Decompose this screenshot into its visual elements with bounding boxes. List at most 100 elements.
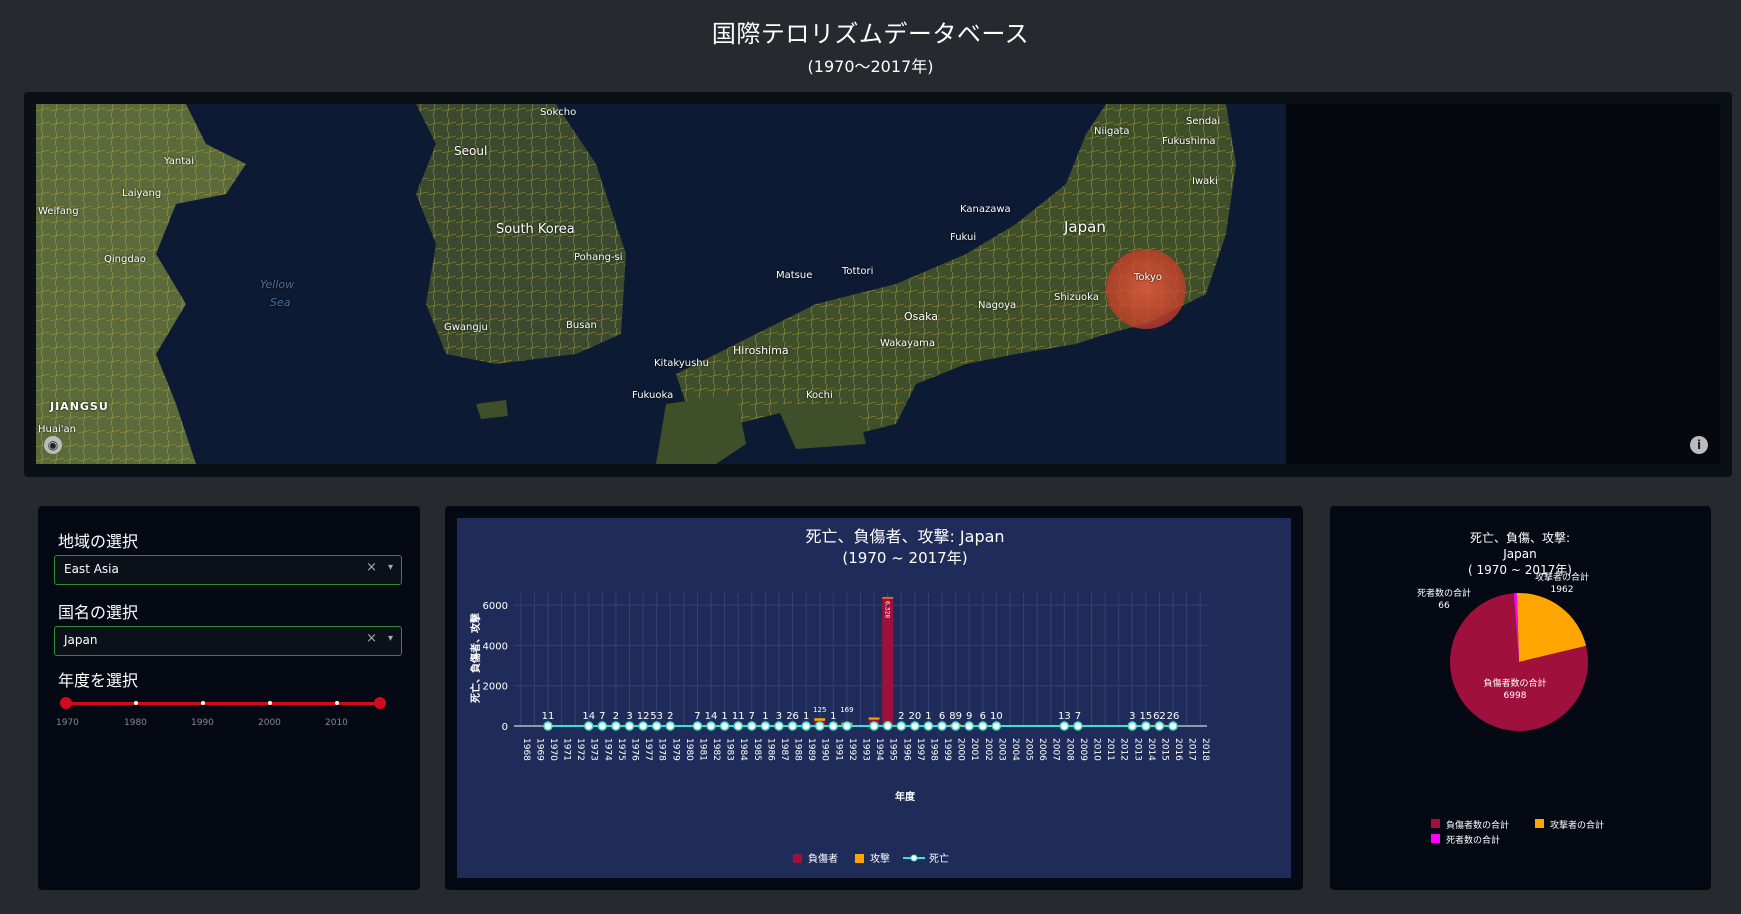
x-tick-label: 2007 [1051,738,1061,761]
attack-data-label: 14 [582,711,595,722]
deaths-point [801,721,811,731]
deaths-point [1127,721,1138,731]
deaths-point [543,721,553,731]
slider-handle-start[interactable] [60,697,72,709]
attack-data-label: 125 [813,706,826,714]
country-dropdown[interactable]: Japan × ▾ [54,626,402,656]
pie-chart-panel: 死亡、負傷、攻撃: Japan ( 1970 ~ 2017年) 負傷者数の合計 6… [1330,506,1711,890]
map-panel: Sokcho Yantai Seoul Laiyang Weifang Qing… [24,92,1732,477]
map-label: Wakayama [880,338,936,349]
chevron-down-icon[interactable]: ▾ [388,633,393,644]
x-tick-label: 1984 [738,738,748,761]
deaths-point [611,721,621,731]
deaths-point [937,721,947,731]
map-label: Sokcho [540,107,577,118]
x-tick-label: 1976 [630,738,640,761]
slider-mark-dot [201,701,205,705]
x-tick-label: 1974 [602,738,612,761]
map-label: Shizuoka [1054,292,1099,303]
x-tick-label: 2018 [1200,738,1210,761]
region-dropdown[interactable]: East Asia × ▾ [54,555,402,585]
map-label: Fukuoka [632,390,674,401]
attack-data-label: 12 [637,711,650,722]
y-axis-label: 死亡、負傷者、攻撃 [469,613,482,703]
attack-bar [814,718,826,721]
x-tick-label: 1991 [833,738,843,761]
chart-legend[interactable]: 負傷者 攻撃 死亡 [793,852,949,865]
slider-mark-dot [134,701,138,705]
deaths-point [692,721,703,731]
attack-data-label: 6 [980,711,986,722]
map-label: Hiroshima [733,344,789,357]
attack-data-label: 6 [939,711,945,722]
attack-data-label: 26 [1167,711,1180,722]
x-tick-label: 2010 [1092,738,1102,761]
tokyo-attack-bubble[interactable] [1106,249,1186,329]
deaths-point [1154,721,1165,731]
year-label: 年度を選択 [58,671,139,690]
info-icon[interactable]: i [1690,436,1708,454]
chart-grid: 1968 1969 1970 1971 1972 1973 1974 1975 1976 1977… [483,593,1210,761]
map-label: Qingdao [104,254,146,265]
pie-slices[interactable]: 負傷者数の合計 6998 攻撃者の合計 1962 死者数の合計 66 [1417,571,1589,731]
mapbox-logo-icon[interactable]: ◉ [44,436,62,454]
map-label: JIANGSU [50,400,109,413]
clear-icon[interactable]: × [366,560,377,575]
map-label: Nagoya [978,300,1017,311]
deaths-point [923,721,934,731]
slider-mark: 2000 [258,718,281,728]
legend-swatch-attack [1535,819,1544,828]
x-tick-label: 2014 [1146,738,1156,761]
attack-data-label: 10 [990,711,1003,722]
attack-data-label: 1 [762,711,768,722]
map-label: Japan [1064,218,1106,236]
slider-mark-dot [268,701,272,705]
x-tick-label: 1993 [861,738,871,761]
chevron-down-icon[interactable]: ▾ [388,562,393,573]
pie-slice-label: 負傷者数の合計 [1483,677,1546,689]
slider-handle-end[interactable] [374,697,386,709]
x-tick-label: 1990 [820,738,830,761]
map-label: Tottori [842,266,874,277]
map-view[interactable]: Sokcho Yantai Seoul Laiyang Weifang Qing… [36,104,1720,464]
bar-chart-svg[interactable]: 死亡、負傷者、攻撃: Japan (1970 ~ 2017年) 死亡、負傷者、攻… [457,518,1291,878]
y-tick-label: 4000 [483,641,508,652]
pie-title-country: Japan [1502,547,1536,561]
map-label: Pohang-si [574,252,623,263]
deaths-point [597,721,608,731]
attack-data-label: 15 [1139,711,1152,722]
bar-chart[interactable]: 死亡、負傷者、攻撃: Japan (1970 ~ 2017年) 死亡、負傷者、攻… [457,518,1291,878]
x-tick-label: 1998 [928,738,938,761]
pie-title: 死亡、負傷、攻撃: [1470,530,1570,545]
x-tick-label: 1980 [684,738,694,761]
legend-label: 攻撃 [870,852,890,865]
chart-subtitle: (1970 ~ 2017年) [842,549,967,567]
deaths-point [950,721,961,731]
x-tick-label: 2003 [996,738,1006,761]
map-label: Weifang [38,206,79,217]
pie-legend[interactable]: 負傷者数の合計 攻撃者の合計死者数の合計 [1431,819,1604,846]
map-label: Kanazawa [960,204,1011,215]
x-tick-label: 1970 [548,738,558,761]
deaths-point [719,721,730,731]
x-tick-label: 2013 [1132,738,1142,761]
clear-icon[interactable]: × [366,631,377,646]
year-range-slider[interactable]: 1970 1980 1990 2000 2010 [54,693,394,733]
deaths-point [964,721,974,731]
map-label: Seoul [454,144,488,158]
legend-swatch-deaths-point [910,854,918,862]
attack-data-label: 53 [650,711,663,722]
deaths-point [1168,721,1178,731]
pie-slice-label: 攻撃者の合計 [1535,571,1589,583]
deaths-point [978,721,988,731]
x-tick-label: 1979 [670,738,680,761]
attack-data-label: 20 [908,711,921,722]
pie-chart-svg[interactable]: 死亡、負傷、攻撃: Japan ( 1970 ~ 2017年) 負傷者数の合計6… [1330,506,1711,890]
deaths-point [828,721,839,731]
deaths-point [814,721,825,731]
pie-slice-value: 66 [1438,601,1450,611]
x-tick-label: 1968 [521,738,531,761]
attack-data-label: 89 [949,711,962,722]
page-header: 国際テロリズムデータベース (1970～2017年) [0,14,1741,77]
y-tick-label: 6000 [483,601,508,612]
